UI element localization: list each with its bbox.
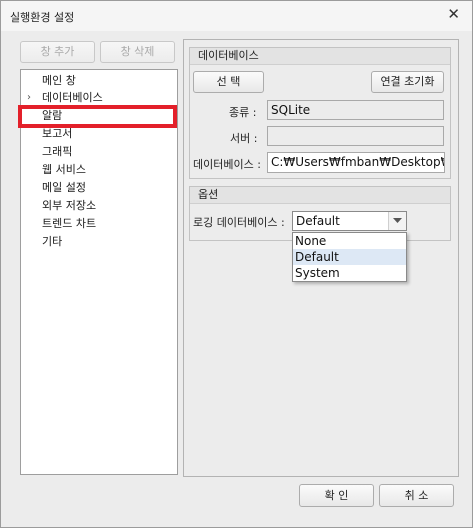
cancel-button[interactable]: 취 소 (379, 484, 454, 507)
reset-connection-button[interactable]: 연결 초기화 (371, 71, 444, 93)
tree-item-label: 메인 창 (42, 74, 76, 87)
tree-item-label: 외부 저장소 (42, 199, 97, 212)
tree-item-report[interactable]: 보고서 (21, 125, 177, 142)
chevron-down-icon (393, 218, 402, 223)
tree-item-mail-settings[interactable]: 메일 설정 (21, 179, 177, 196)
dropdown-option-default[interactable]: Default (293, 249, 406, 265)
title-bar: 실행환경 설정 ✕ (1, 1, 472, 31)
options-group-title: 옵션 (190, 187, 450, 204)
settings-dialog: 실행환경 설정 ✕ 창 추가 창 삭제 메인 창 › 데이터베이스 알람 보고서… (0, 0, 473, 528)
ok-button-label: 확 인 (324, 489, 349, 502)
tree-item-web-service[interactable]: 웹 서비스 (21, 161, 177, 178)
add-window-label: 창 추가 (40, 45, 75, 58)
delete-window-button[interactable]: 창 삭제 (100, 41, 175, 63)
tree-item-label: 알람 (42, 109, 63, 122)
db-path-label: 데이터베이스 : (193, 158, 261, 171)
select-database-button[interactable]: 선 택 (193, 71, 264, 93)
tree-item-label: 트렌드 차트 (42, 217, 97, 230)
tree-item-label: 메일 설정 (42, 181, 86, 194)
ok-button[interactable]: 확 인 (299, 484, 374, 507)
tree-item-label: 보고서 (42, 127, 73, 140)
add-window-button[interactable]: 창 추가 (20, 41, 95, 63)
db-type-field: SQLite (267, 100, 444, 120)
delete-window-label: 창 삭제 (120, 45, 155, 58)
db-path-value: C:₩Users₩fmban₩Desktop₩1 (271, 155, 445, 169)
database-group-title: 데이터베이스 (190, 48, 450, 65)
close-icon[interactable]: ✕ (447, 7, 460, 22)
logging-db-label: 로깅 데이터베이스 : (193, 216, 285, 229)
logging-db-dropdown-list[interactable]: None Default System (292, 232, 407, 282)
db-type-label: 종류 : (229, 106, 257, 119)
settings-tree[interactable]: 메인 창 › 데이터베이스 알람 보고서 그래픽 웹 서비스 메일 설정 외부 … (20, 69, 178, 475)
dropdown-option-none[interactable]: None (293, 233, 406, 249)
tree-item-label: 기타 (42, 235, 63, 248)
tree-item-alarm[interactable]: 알람 (21, 107, 177, 124)
dialog-title: 실행환경 설정 (10, 11, 75, 24)
db-server-label: 서버 : (230, 132, 258, 145)
cancel-button-label: 취 소 (404, 489, 429, 502)
reset-connection-label: 연결 초기화 (380, 75, 435, 88)
tree-item-label: 그래픽 (42, 145, 73, 158)
logging-db-select[interactable]: Default (292, 211, 407, 231)
tree-item-graphic[interactable]: 그래픽 (21, 143, 177, 160)
chevron-right-icon[interactable]: › (27, 89, 31, 106)
tree-item-main-window[interactable]: 메인 창 (21, 72, 177, 89)
tree-item-label: 데이터베이스 (42, 91, 103, 104)
select-database-label: 선 택 (216, 75, 241, 88)
dropdown-arrow-button[interactable] (388, 212, 406, 230)
tree-item-label: 웹 서비스 (42, 163, 86, 176)
tree-item-external-storage[interactable]: 외부 저장소 (21, 197, 177, 214)
db-path-field[interactable]: C:₩Users₩fmban₩Desktop₩1 (267, 152, 445, 173)
tree-item-trend-chart[interactable]: 트렌드 차트 (21, 215, 177, 232)
tree-item-database[interactable]: › 데이터베이스 (21, 89, 177, 106)
db-server-field[interactable] (267, 126, 444, 146)
dropdown-option-system[interactable]: System (293, 265, 406, 281)
db-type-value: SQLite (271, 103, 311, 117)
tree-item-etc[interactable]: 기타 (21, 233, 177, 250)
logging-db-selected-value: Default (296, 214, 340, 228)
